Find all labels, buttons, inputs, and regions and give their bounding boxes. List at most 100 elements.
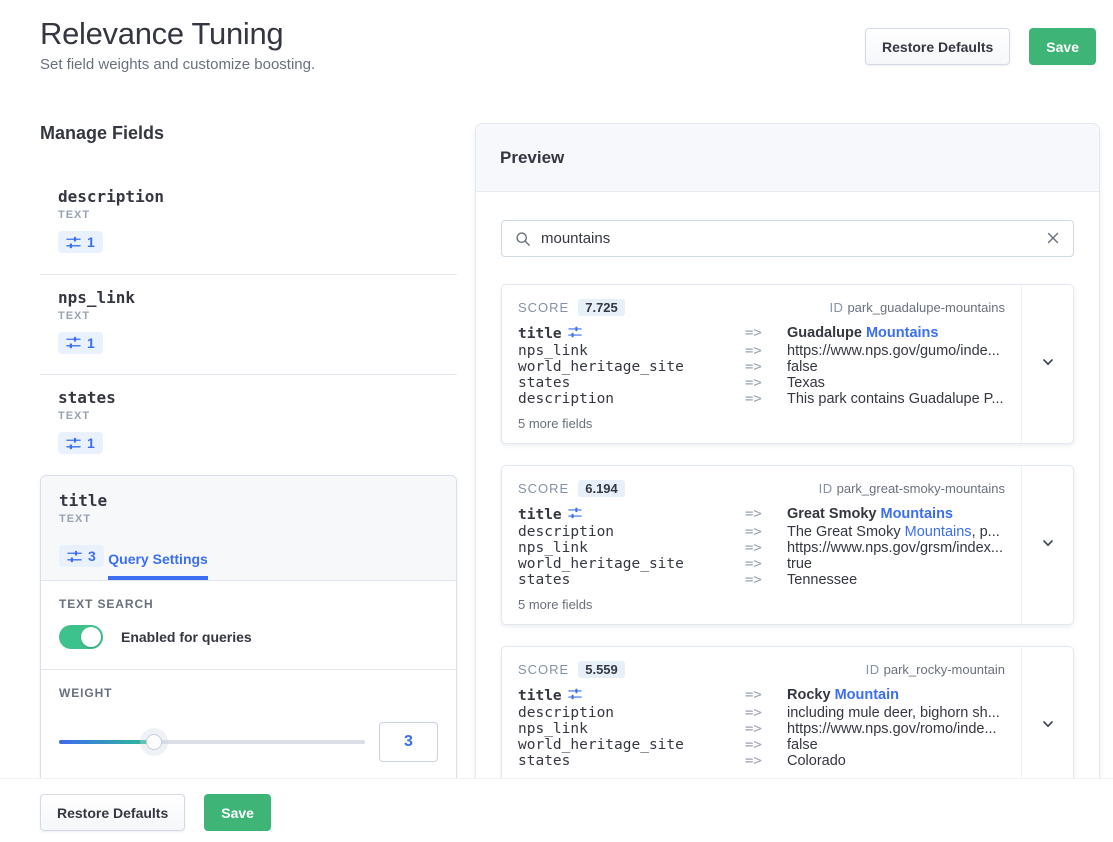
result-field-name: states <box>518 572 745 588</box>
toggle-label: Enabled for queries <box>121 629 252 645</box>
result-field-row: nps_link => https://www.nps.gov/grsm/ind… <box>518 540 1005 556</box>
field-type-label: TEXT <box>58 209 457 221</box>
result-field-value: Colorado <box>787 753 1005 769</box>
id-value: park_guadalupe-mountains <box>847 300 1005 315</box>
arrow-glyph: => <box>745 524 787 540</box>
result-field-value: Great Smoky Mountains <box>787 506 1005 522</box>
header-actions: Restore Defaults Save <box>865 28 1096 65</box>
field-name: title <box>59 491 438 510</box>
result-field-name: title <box>518 687 745 705</box>
result-field-value: Rocky Mountain <box>787 687 1005 703</box>
id-value: park_great-smoky-mountains <box>837 481 1005 496</box>
result-field-value: This park contains Guadalupe P... <box>787 391 1005 407</box>
arrow-glyph: => <box>745 572 787 588</box>
result-field-value: Tennessee <box>787 572 1005 588</box>
score-badge: 5.559 <box>578 661 625 678</box>
field-rows: title => Rocky Mountain description <box>518 687 1005 769</box>
restore-defaults-button[interactable]: Restore Defaults <box>865 28 1010 65</box>
result-card-content: SCORE 7.725 IDpark_guadalupe-mountains t… <box>502 285 1021 443</box>
expand-result-button[interactable] <box>1021 647 1073 778</box>
score-label: SCORE <box>518 481 569 496</box>
result-field-name: title <box>518 325 745 343</box>
result-field-row: world_heritage_site => true <box>518 556 1005 572</box>
field-type-label: TEXT <box>59 513 438 525</box>
weight-value-input[interactable]: 3 <box>379 722 438 762</box>
result-field-value: false <box>787 737 1005 753</box>
page-footer: Restore Defaults Save <box>0 778 1113 842</box>
result-field-name: description <box>518 705 745 721</box>
result-field-row: title => Guadalupe Mountains <box>518 325 1005 343</box>
weight-badge-value: 1 <box>87 435 95 451</box>
score-label: SCORE <box>518 300 569 315</box>
manage-fields-heading: Manage Fields <box>40 123 457 144</box>
weight-badge: 1 <box>58 432 103 454</box>
result-card: SCORE 6.194 IDpark_great-smoky-mountains… <box>501 465 1074 625</box>
preview-body: SCORE 7.725 IDpark_guadalupe-mountains t… <box>476 192 1099 778</box>
field-list-item[interactable]: description TEXT 1 <box>40 174 457 274</box>
result-field-name: description <box>518 391 745 407</box>
preview-header: Preview <box>476 124 1099 192</box>
sliders-icon <box>66 436 81 451</box>
field-list-item[interactable]: states TEXT 1 <box>40 374 457 475</box>
chevron-down-icon <box>1040 716 1056 737</box>
text-search-section: TEXT SEARCH Enabled for queries <box>41 581 456 669</box>
expand-result-button[interactable] <box>1021 466 1073 624</box>
result-id: IDpark_great-smoky-mountains <box>819 481 1005 496</box>
search-input[interactable] <box>502 221 1073 256</box>
weight-badge: 3 <box>59 545 104 567</box>
tab-query-settings[interactable]: Query Settings <box>108 551 208 580</box>
result-field-name: description <box>518 524 745 540</box>
result-field-row: nps_link => https://www.nps.gov/romo/ind… <box>518 721 1005 737</box>
results-list: SCORE 7.725 IDpark_guadalupe-mountains t… <box>501 284 1074 778</box>
weight-badge: 1 <box>58 332 103 354</box>
result-field-row: states => Tennessee <box>518 572 1005 588</box>
slider-fill <box>59 740 154 744</box>
arrow-glyph: => <box>745 737 787 753</box>
result-field-value: including mule deer, bighorn sh... <box>787 705 1005 721</box>
result-field-name: nps_link <box>518 343 745 359</box>
result-field-row: nps_link => https://www.nps.gov/gumo/ind… <box>518 343 1005 359</box>
restore-defaults-button-footer[interactable]: Restore Defaults <box>40 794 185 831</box>
arrow-glyph: => <box>745 391 787 407</box>
result-field-name: states <box>518 753 745 769</box>
field-card-header[interactable]: title TEXT 3 Query Set <box>41 476 456 581</box>
result-field-name: world_heritage_site <box>518 556 745 572</box>
field-name: nps_link <box>58 288 457 307</box>
field-rows: title => Guadalupe Mountains nps_link <box>518 325 1005 407</box>
sliders-icon <box>568 687 582 705</box>
result-field-row: world_heritage_site => false <box>518 737 1005 753</box>
sliders-icon <box>66 235 81 250</box>
result-field-value: Texas <box>787 375 1005 391</box>
weight-slider-thumb[interactable] <box>146 734 162 750</box>
result-field-value: The Great Smoky Mountains, p... <box>787 524 1005 540</box>
field-list: description TEXT 1 nps_link TEXT <box>40 174 457 475</box>
arrow-glyph: => <box>745 359 787 375</box>
preview-panel: Preview <box>475 123 1100 778</box>
field-name: description <box>58 187 457 206</box>
expand-result-button[interactable] <box>1021 285 1073 443</box>
weight-label: WEIGHT <box>59 686 438 700</box>
arrow-glyph: => <box>745 705 787 721</box>
save-button-footer[interactable]: Save <box>204 794 271 831</box>
more-fields-text: 5 more fields <box>518 597 1005 612</box>
field-type-label: TEXT <box>58 310 457 322</box>
arrow-glyph: => <box>745 556 787 572</box>
weight-badge: 1 <box>58 231 103 253</box>
result-card: SCORE 5.559 IDpark_rocky-mountain title … <box>501 646 1074 778</box>
arrow-glyph: => <box>745 325 787 341</box>
result-field-value: https://www.nps.gov/romo/inde... <box>787 721 1005 737</box>
weight-slider[interactable] <box>59 732 365 752</box>
clear-search-icon[interactable] <box>1046 231 1060 250</box>
manage-fields-panel: Manage Fields description TEXT 1 nps_lin… <box>40 123 457 778</box>
result-card-content: SCORE 6.194 IDpark_great-smoky-mountains… <box>502 466 1021 624</box>
result-field-row: description => The Great Smoky Mountains… <box>518 524 1005 540</box>
text-search-toggle[interactable] <box>59 625 103 649</box>
arrow-glyph: => <box>745 343 787 359</box>
save-button[interactable]: Save <box>1029 28 1096 65</box>
result-id: IDpark_guadalupe-mountains <box>829 300 1005 315</box>
page-header: Relevance Tuning Set field weights and c… <box>40 16 315 73</box>
result-card: SCORE 7.725 IDpark_guadalupe-mountains t… <box>501 284 1074 444</box>
arrow-glyph: => <box>745 506 787 522</box>
field-list-item[interactable]: nps_link TEXT 1 <box>40 274 457 375</box>
weight-badge-value: 3 <box>88 548 96 564</box>
